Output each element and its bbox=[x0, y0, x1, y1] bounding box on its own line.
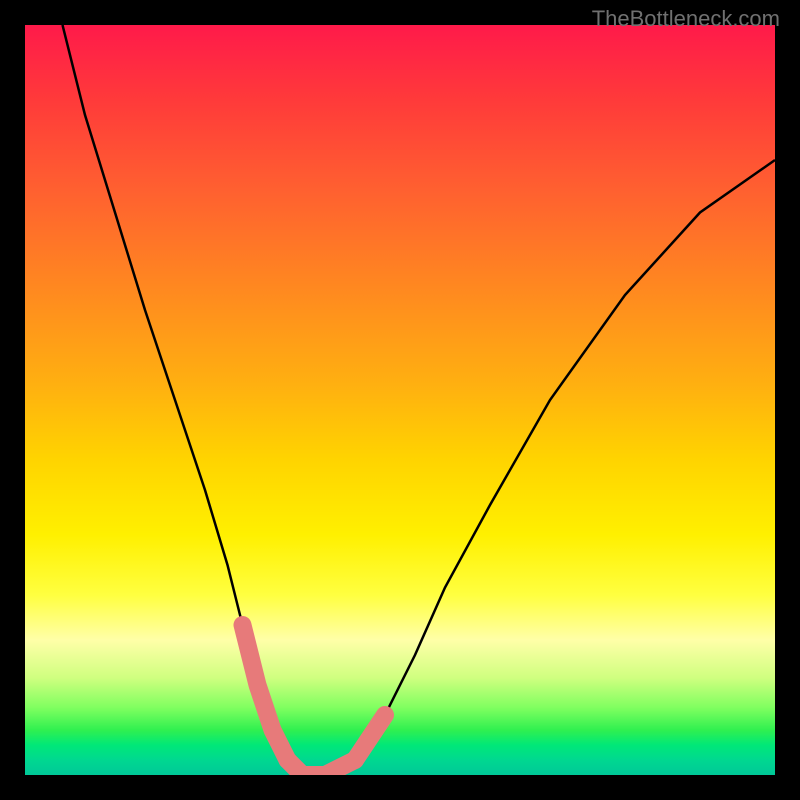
bottleneck-curve-svg bbox=[25, 25, 775, 775]
pink-markers bbox=[243, 625, 386, 775]
curve-path bbox=[63, 25, 776, 775]
chart-frame bbox=[25, 25, 775, 775]
watermark-text: TheBottleneck.com bbox=[592, 6, 780, 32]
pink-marker-segment bbox=[243, 625, 288, 760]
pink-marker-segment bbox=[288, 760, 356, 775]
pink-marker-segment bbox=[355, 715, 385, 760]
